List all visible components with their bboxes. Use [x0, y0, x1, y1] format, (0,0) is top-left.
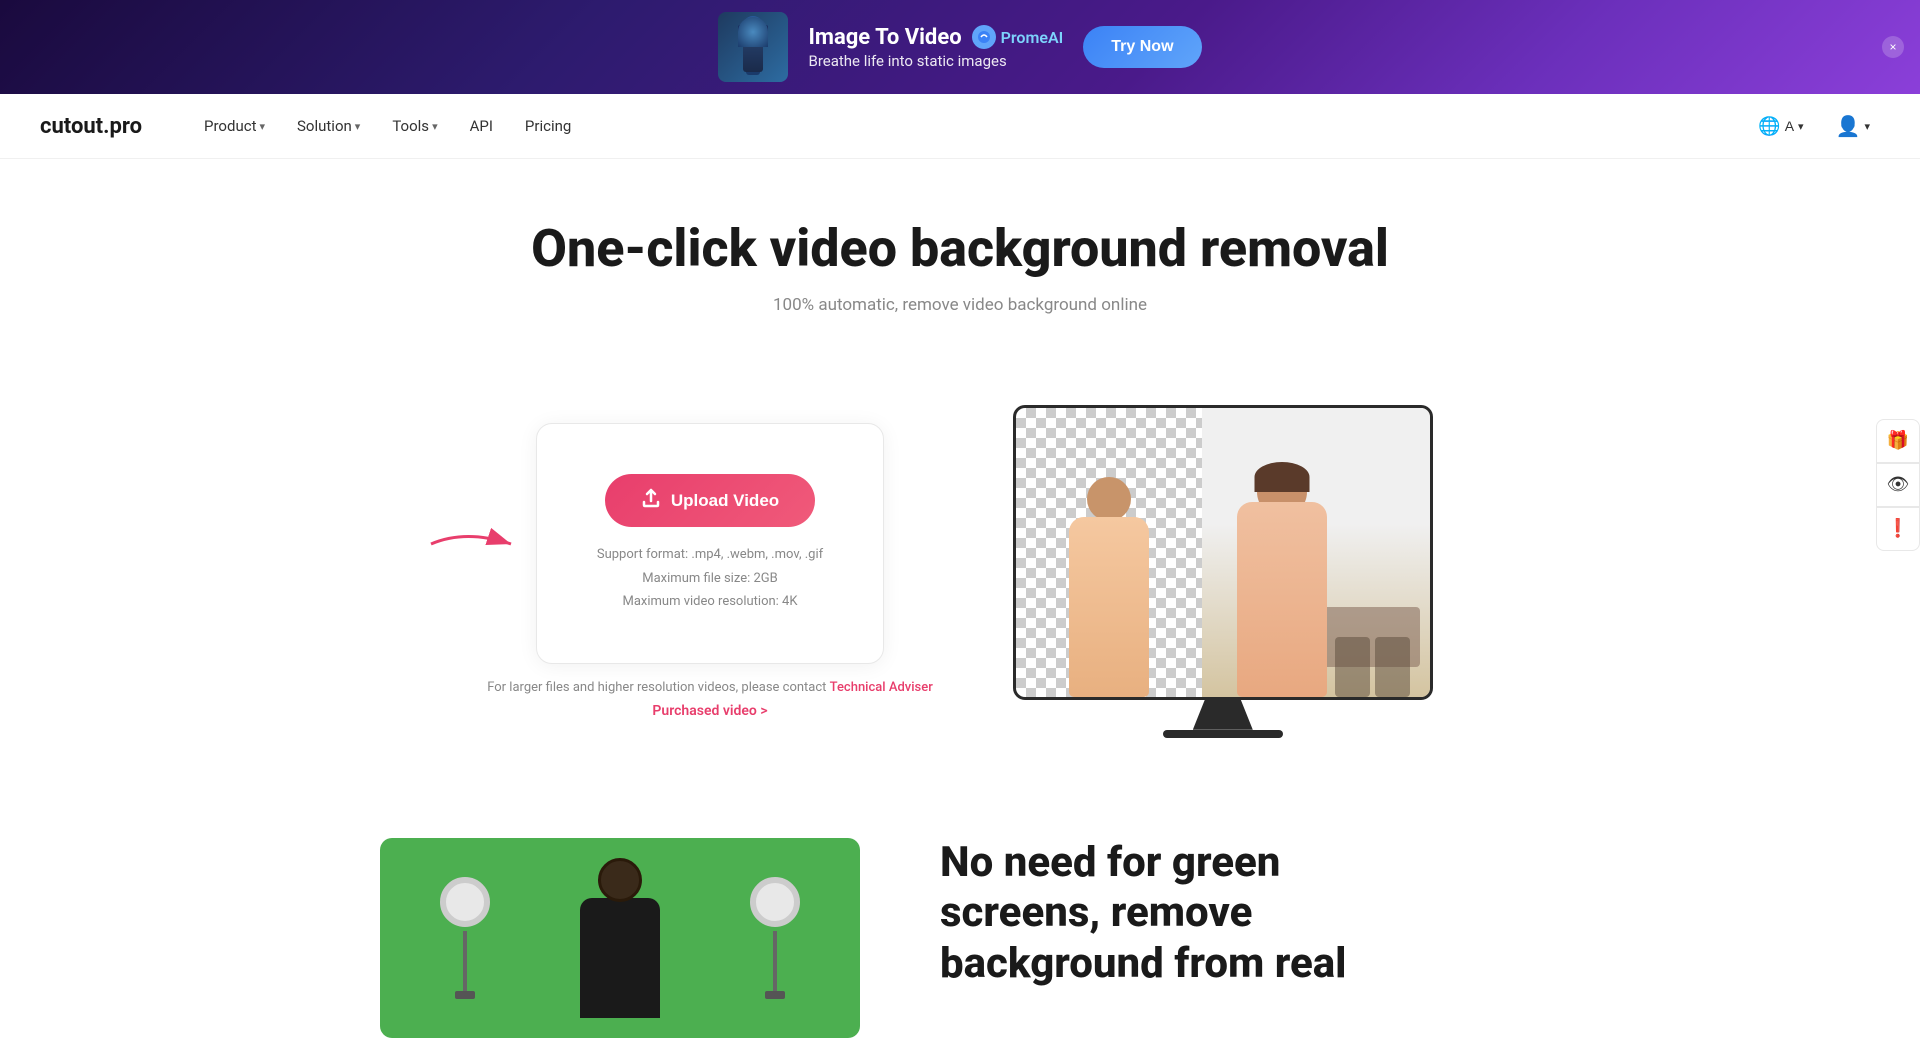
nav-item-solution[interactable]: Solution ▾: [285, 109, 372, 143]
ad-content: Image To Video PromeAI Breathe life into…: [718, 12, 1201, 82]
upload-box: Upload Video Support format: .mp4, .webm…: [536, 423, 884, 664]
nav-item-product[interactable]: Product ▾: [192, 109, 277, 143]
chevron-down-icon: ▾: [259, 120, 265, 133]
navbar: cutout.pro Product ▾ Solution ▾ Tools ▾ …: [0, 94, 1920, 159]
nav-product-label: Product: [204, 117, 256, 135]
ad-title: Image To Video PromeAI: [808, 25, 1063, 50]
monitor-base: [1163, 730, 1283, 738]
upload-info: Support format: .mp4, .webm, .mov, .gif …: [597, 543, 823, 613]
user-button[interactable]: 👤 ▾: [1826, 108, 1880, 145]
hero-subtitle: 100% automatic, remove video background …: [40, 295, 1880, 315]
monitor-stand: [1193, 700, 1253, 730]
section2-line2: screens, remove: [940, 888, 1252, 937]
monitor-room-side: [1202, 408, 1430, 697]
eye-icon: 👁: [1887, 474, 1910, 495]
monitor-frame: [1013, 405, 1433, 700]
sidebar-gift-button[interactable]: 🎁: [1876, 419, 1920, 463]
contact-prefix: For larger files and higher resolution v…: [487, 680, 829, 695]
nav-right: 🌐 A ▾ 👤 ▾: [1748, 108, 1880, 145]
upload-button[interactable]: Upload Video: [605, 474, 815, 527]
sidebar-alert-button[interactable]: ❗: [1876, 507, 1920, 551]
nav-item-pricing[interactable]: Pricing: [513, 109, 583, 143]
ad-banner: Image To Video PromeAI Breathe life into…: [0, 0, 1920, 94]
ad-product-image: [718, 12, 788, 82]
contact-link[interactable]: Technical Adviser: [830, 680, 933, 695]
alert-icon: ❗: [1887, 518, 1909, 539]
monitor-preview: [1013, 405, 1433, 738]
nav-item-api[interactable]: API: [458, 109, 505, 143]
user-icon: 👤: [1836, 114, 1861, 139]
chevron-down-icon: ▾: [432, 120, 438, 133]
purchased-video-link[interactable]: Purchased video >: [652, 703, 767, 719]
ad-try-button[interactable]: Try Now: [1083, 26, 1201, 68]
section2-line1: No need for green: [940, 838, 1280, 887]
ad-title-text: Image To Video: [808, 25, 961, 50]
promeai-badge: PromeAI: [972, 25, 1064, 49]
hero-title: One-click video background removal: [40, 219, 1880, 279]
monitor-screen: [1016, 408, 1430, 697]
section2-title: No need for green screens, remove backgr…: [940, 838, 1347, 989]
upload-format-text: Support format: .mp4, .webm, .mov, .gif: [597, 543, 823, 566]
ad-close-button[interactable]: ×: [1882, 36, 1904, 58]
upload-icon: [641, 488, 661, 513]
sidebar-preview-button[interactable]: 👁: [1876, 463, 1920, 507]
arrow-indicator: [426, 519, 526, 569]
green-screen-thumbnail: [380, 838, 860, 1038]
second-section: No need for green screens, remove backgr…: [260, 798, 1660, 1038]
nav-solution-label: Solution: [297, 117, 352, 135]
lang-label: A: [1785, 118, 1794, 134]
main-content: Upload Video Support format: .mp4, .webm…: [260, 405, 1660, 798]
section2-line3: background from real: [940, 939, 1347, 988]
monitor-transparent-side: [1016, 408, 1202, 697]
gift-icon: 🎁: [1887, 430, 1909, 451]
nav-item-tools[interactable]: Tools ▾: [380, 109, 449, 143]
nav-api-label: API: [470, 117, 493, 135]
chevron-down-icon: ▾: [1798, 120, 1804, 133]
green-screen-content: [380, 838, 860, 1038]
upload-section: Upload Video Support format: .mp4, .webm…: [487, 423, 933, 719]
promeai-icon: [972, 25, 996, 49]
logo[interactable]: cutout.pro: [40, 114, 142, 139]
translate-icon: 🌐: [1758, 116, 1780, 137]
ad-text-block: Image To Video PromeAI Breathe life into…: [808, 25, 1063, 70]
hero-section: One-click video background removal 100% …: [0, 159, 1920, 405]
chevron-down-icon: ▾: [355, 120, 361, 133]
right-sidebar: 🎁 👁 ❗: [1876, 419, 1920, 551]
chevron-down-icon: ▾: [1864, 120, 1870, 133]
contact-text: For larger files and higher resolution v…: [487, 680, 933, 695]
upload-button-label: Upload Video: [671, 491, 779, 511]
upload-resolution-text: Maximum video resolution: 4K: [597, 590, 823, 613]
section2-text: No need for green screens, remove backgr…: [940, 838, 1347, 989]
ad-subtitle: Breathe life into static images: [808, 52, 1063, 70]
nav-pricing-label: Pricing: [525, 117, 571, 135]
promeai-label: PromeAI: [1001, 28, 1064, 47]
upload-size-text: Maximum file size: 2GB: [597, 567, 823, 590]
language-button[interactable]: 🌐 A ▾: [1748, 110, 1813, 143]
nav-tools-label: Tools: [392, 117, 429, 135]
nav-links: Product ▾ Solution ▾ Tools ▾ API Pricing: [192, 109, 1748, 143]
